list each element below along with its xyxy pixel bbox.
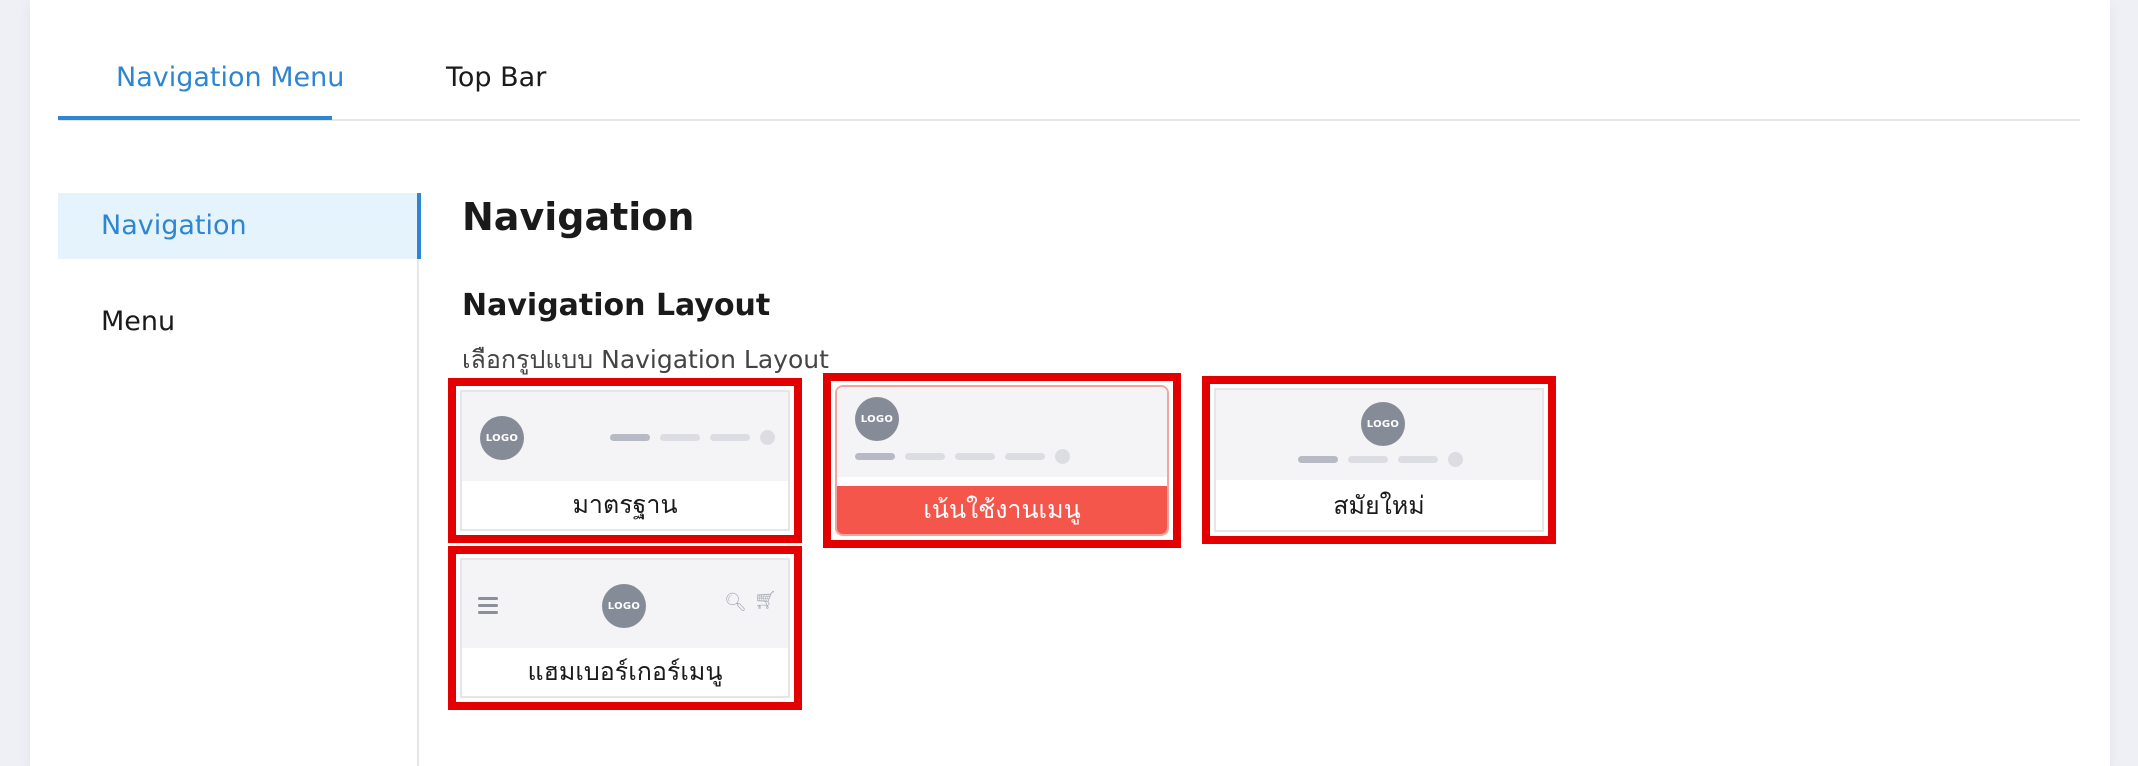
layout-card-modern[interactable]: LOGO สมัยใหม่: [1202, 376, 1556, 544]
menu-bar-placeholder: [610, 434, 650, 441]
card-body: LOGO 🔍︎ 🛒︎ แฮมเบอร์เกอร์เมนู: [460, 558, 790, 698]
menu-bar-placeholder: [905, 453, 945, 460]
layout-card-menu-focused[interactable]: LOGO เน้นใช้งานเมนู: [823, 373, 1181, 548]
logo-icon: LOGO: [1361, 402, 1405, 446]
logo-icon: LOGO: [855, 397, 899, 441]
sidebar-divider: [417, 193, 419, 766]
card-body: LOGO สมัยใหม่: [1214, 388, 1544, 532]
layout-preview: LOGO: [837, 387, 1167, 477]
menu-bar-placeholder: [955, 453, 995, 460]
layout-label: เน้นใช้งานเมนู: [837, 486, 1167, 534]
menu-bar-placeholder: [1298, 456, 1338, 463]
layout-card-standard[interactable]: LOGO มาตรฐาน: [448, 378, 802, 543]
tab-top-bar[interactable]: Top Bar: [446, 62, 546, 93]
hamburger-icon: [478, 597, 498, 618]
settings-panel: Navigation Menu Top Bar Navigation Menu …: [30, 0, 2110, 766]
menu-bar-placeholder: [1398, 456, 1438, 463]
dot-placeholder: [760, 430, 775, 445]
logo-icon: LOGO: [602, 584, 646, 628]
layout-card-hamburger[interactable]: LOGO 🔍︎ 🛒︎ แฮมเบอร์เกอร์เมนู: [448, 546, 802, 710]
sidebar: Navigation Menu: [58, 193, 420, 355]
section-title: Navigation Layout: [462, 288, 771, 323]
layout-label: มาตรฐาน: [462, 481, 788, 529]
logo-icon: LOGO: [480, 416, 524, 460]
sidebar-item-navigation[interactable]: Navigation: [58, 193, 420, 259]
cart-icon: 🛒︎: [754, 590, 777, 611]
menu-bar-placeholder: [1348, 456, 1388, 463]
dot-placeholder: [1055, 449, 1070, 464]
layout-preview: LOGO: [462, 392, 788, 482]
active-tab-indicator: [58, 116, 332, 120]
search-icon: 🔍︎: [724, 592, 747, 613]
layout-preview: LOGO 🔍︎ 🛒︎: [462, 560, 788, 650]
menu-bar-placeholder: [1005, 453, 1045, 460]
section-subtitle: เลือกรูปแบบ Navigation Layout: [462, 345, 829, 374]
menu-bar-placeholder: [710, 434, 750, 441]
dot-placeholder: [1448, 452, 1463, 467]
menu-bar-placeholder: [855, 453, 895, 460]
sidebar-item-menu[interactable]: Menu: [58, 289, 420, 355]
layout-preview: LOGO: [1216, 390, 1542, 480]
sidebar-active-indicator: [417, 193, 421, 259]
tab-bar: Navigation Menu Top Bar: [58, 0, 2080, 121]
layout-label: แฮมเบอร์เกอร์เมนู: [462, 648, 788, 696]
card-body: LOGO เน้นใช้งานเมนู: [835, 385, 1169, 536]
card-body: LOGO มาตรฐาน: [460, 390, 790, 531]
menu-bar-placeholder: [660, 434, 700, 441]
tab-navigation-menu[interactable]: Navigation Menu: [116, 62, 344, 93]
layout-label: สมัยใหม่: [1216, 482, 1542, 530]
page-title: Navigation: [462, 195, 695, 239]
